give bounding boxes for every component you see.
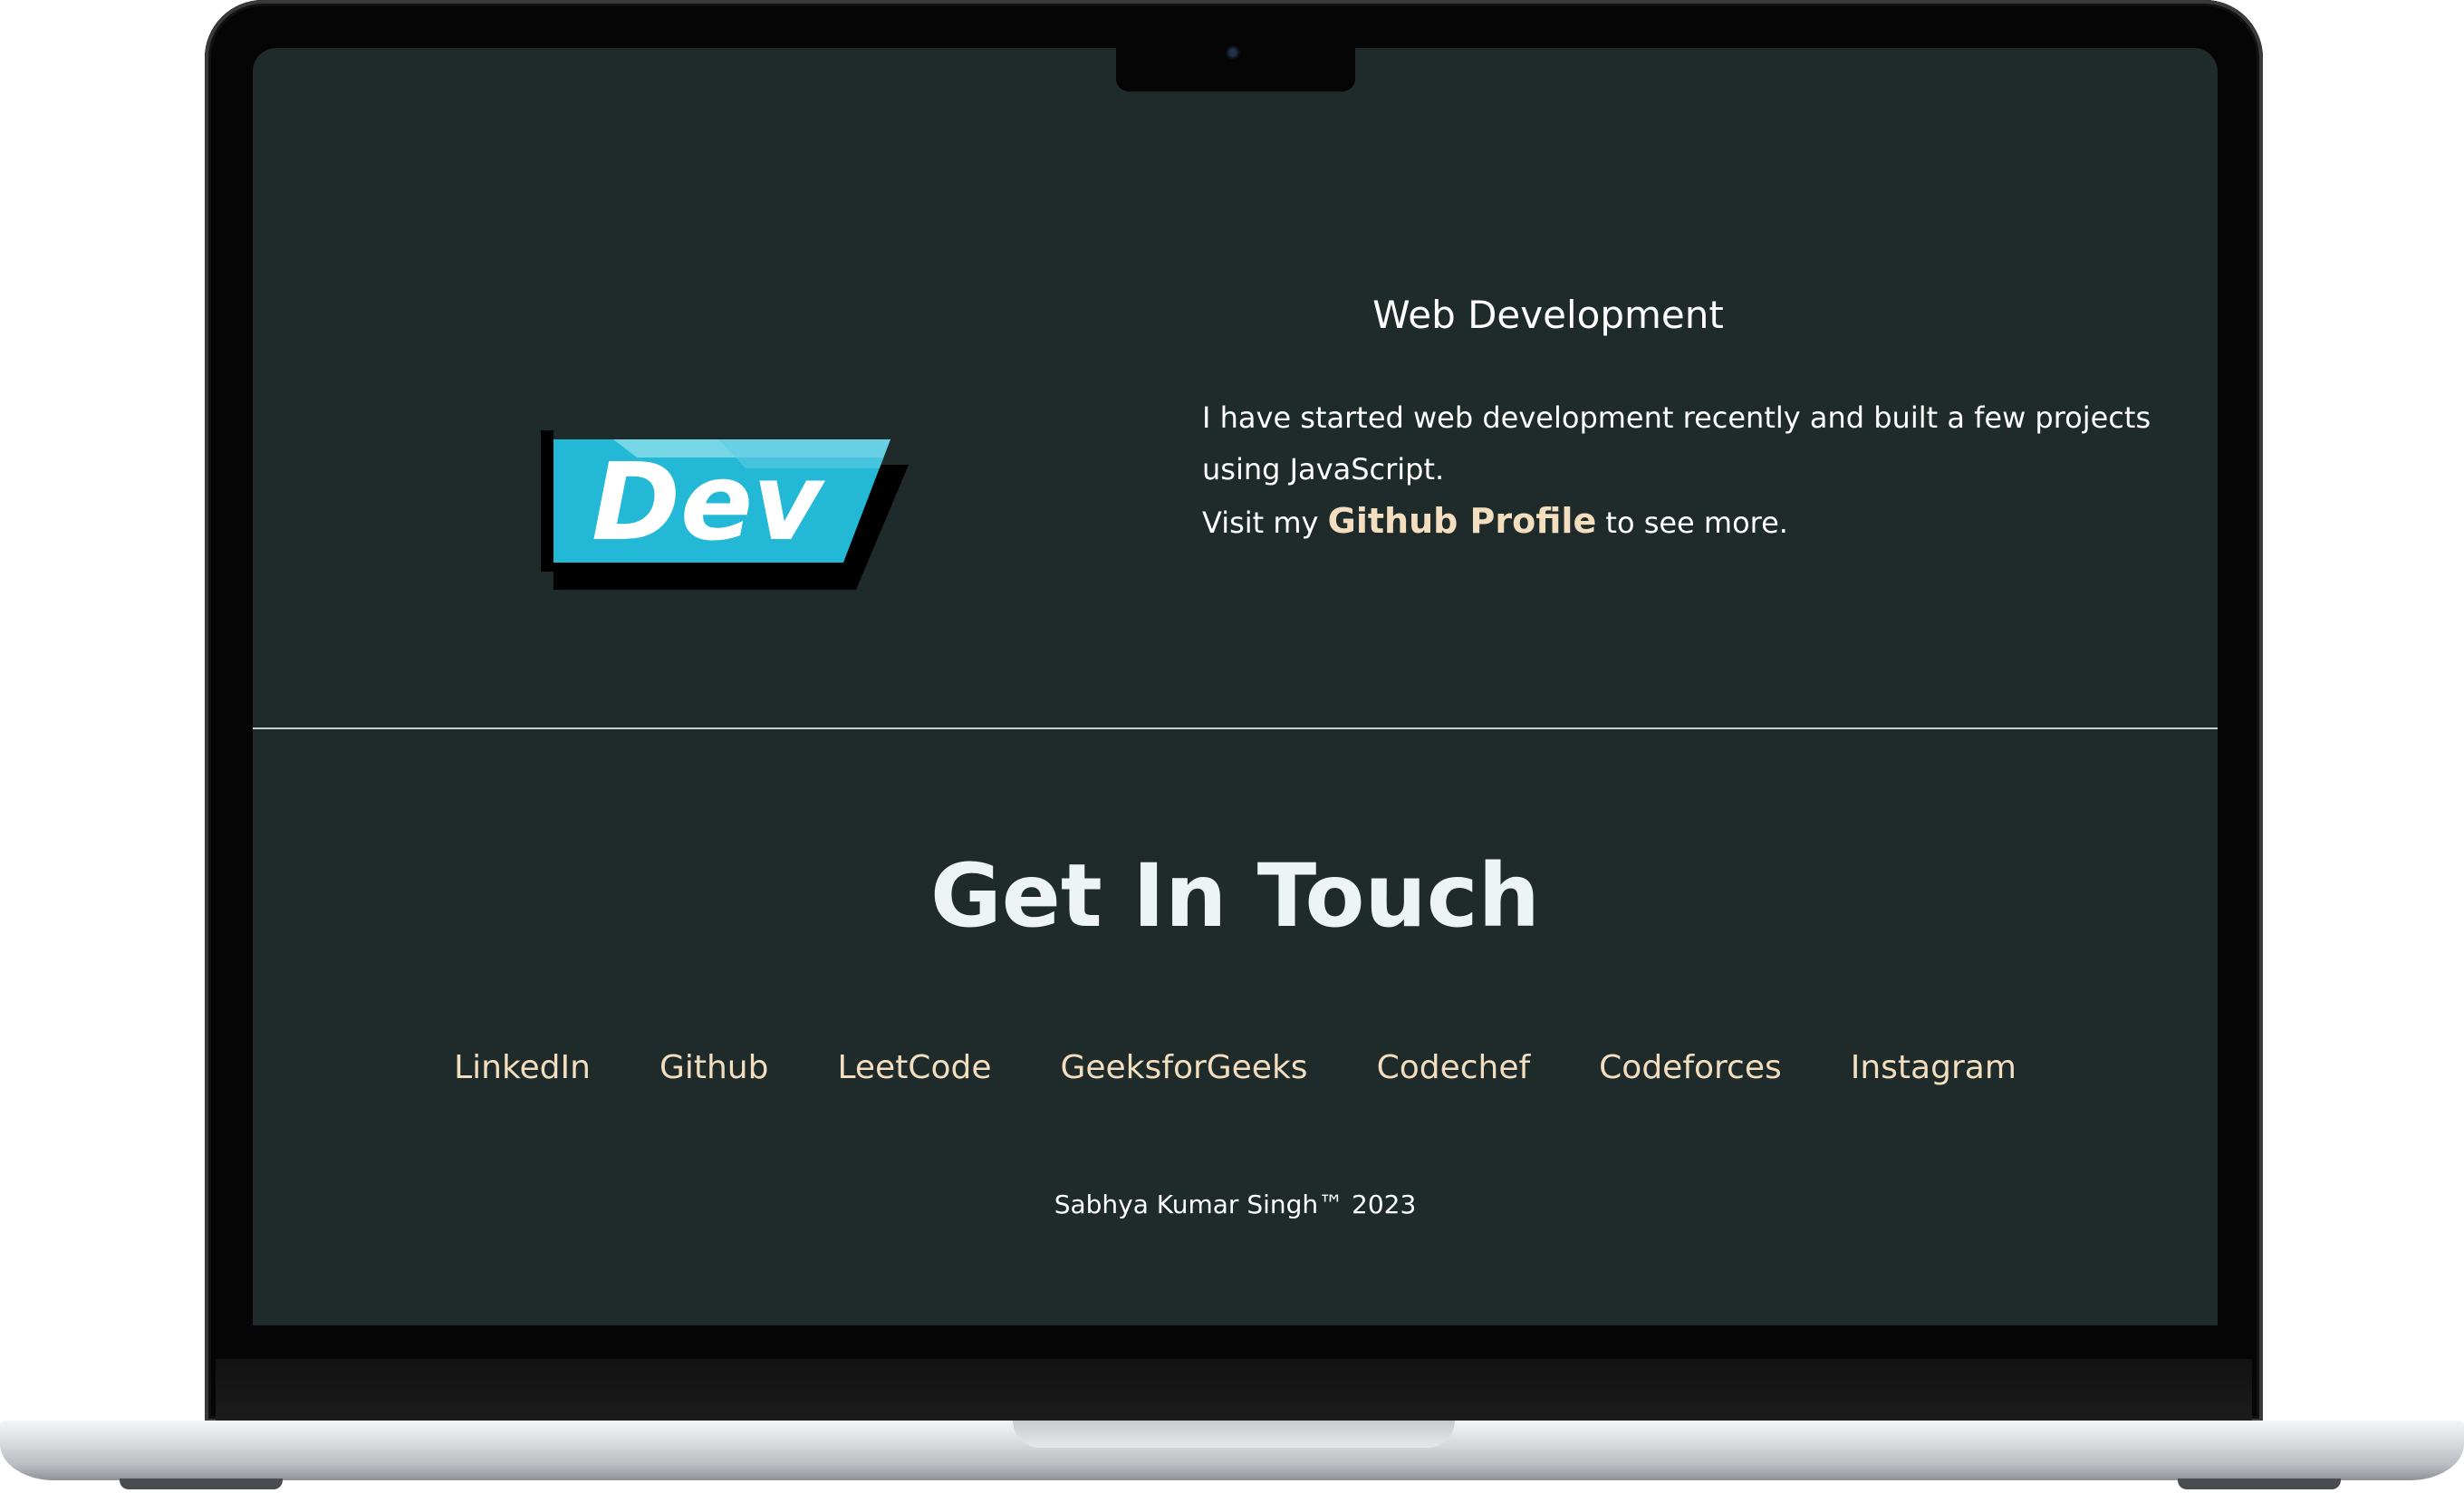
contact-links: LinkedIn Github LeetCode GeeksforGeeks C… bbox=[253, 1049, 2218, 1086]
visit-suffix: to see more. bbox=[1605, 506, 1788, 540]
skill-title: Web Development bbox=[1372, 293, 1724, 337]
link-codechef[interactable]: Codechef bbox=[1377, 1049, 1531, 1086]
laptop-hinge bbox=[216, 1359, 2252, 1422]
laptop-foot-right bbox=[2178, 1479, 2341, 1489]
dev-logo: Dev bbox=[541, 430, 909, 590]
visit-prefix: Visit my bbox=[1202, 506, 1319, 540]
link-instagram[interactable]: Instagram bbox=[1851, 1049, 2016, 1086]
link-linkedin[interactable]: LinkedIn bbox=[454, 1049, 591, 1086]
logo-text: Dev bbox=[592, 439, 826, 564]
footer-copyright: Sabhya Kumar Singh™ 2023 bbox=[1054, 1190, 1417, 1219]
laptop-opening-notch bbox=[1013, 1421, 1455, 1448]
laptop-frame: Dev Web Development I have started web d… bbox=[0, 0, 2464, 1493]
github-profile-link[interactable]: Github Profile bbox=[1328, 501, 1597, 541]
link-leetcode[interactable]: LeetCode bbox=[837, 1049, 991, 1086]
link-codeforces[interactable]: Codeforces bbox=[1599, 1049, 1782, 1086]
link-github[interactable]: Github bbox=[659, 1049, 769, 1086]
skill-section: Dev Web Development I have started web d… bbox=[253, 48, 2218, 727]
laptop-foot-left bbox=[120, 1479, 283, 1489]
section-divider bbox=[253, 727, 2218, 729]
screen: Dev Web Development I have started web d… bbox=[253, 48, 2218, 1325]
skill-visit-line: Visit my Github Profile to see more. bbox=[1202, 496, 2180, 549]
link-geeksforgeeks[interactable]: GeeksforGeeks bbox=[1060, 1049, 1307, 1086]
skill-description: I have started web development recently … bbox=[1202, 392, 2180, 549]
skill-description-line: I have started web development recently … bbox=[1202, 400, 2151, 486]
camera-icon bbox=[1226, 45, 1240, 60]
contact-title: Get In Touch bbox=[930, 845, 1540, 947]
